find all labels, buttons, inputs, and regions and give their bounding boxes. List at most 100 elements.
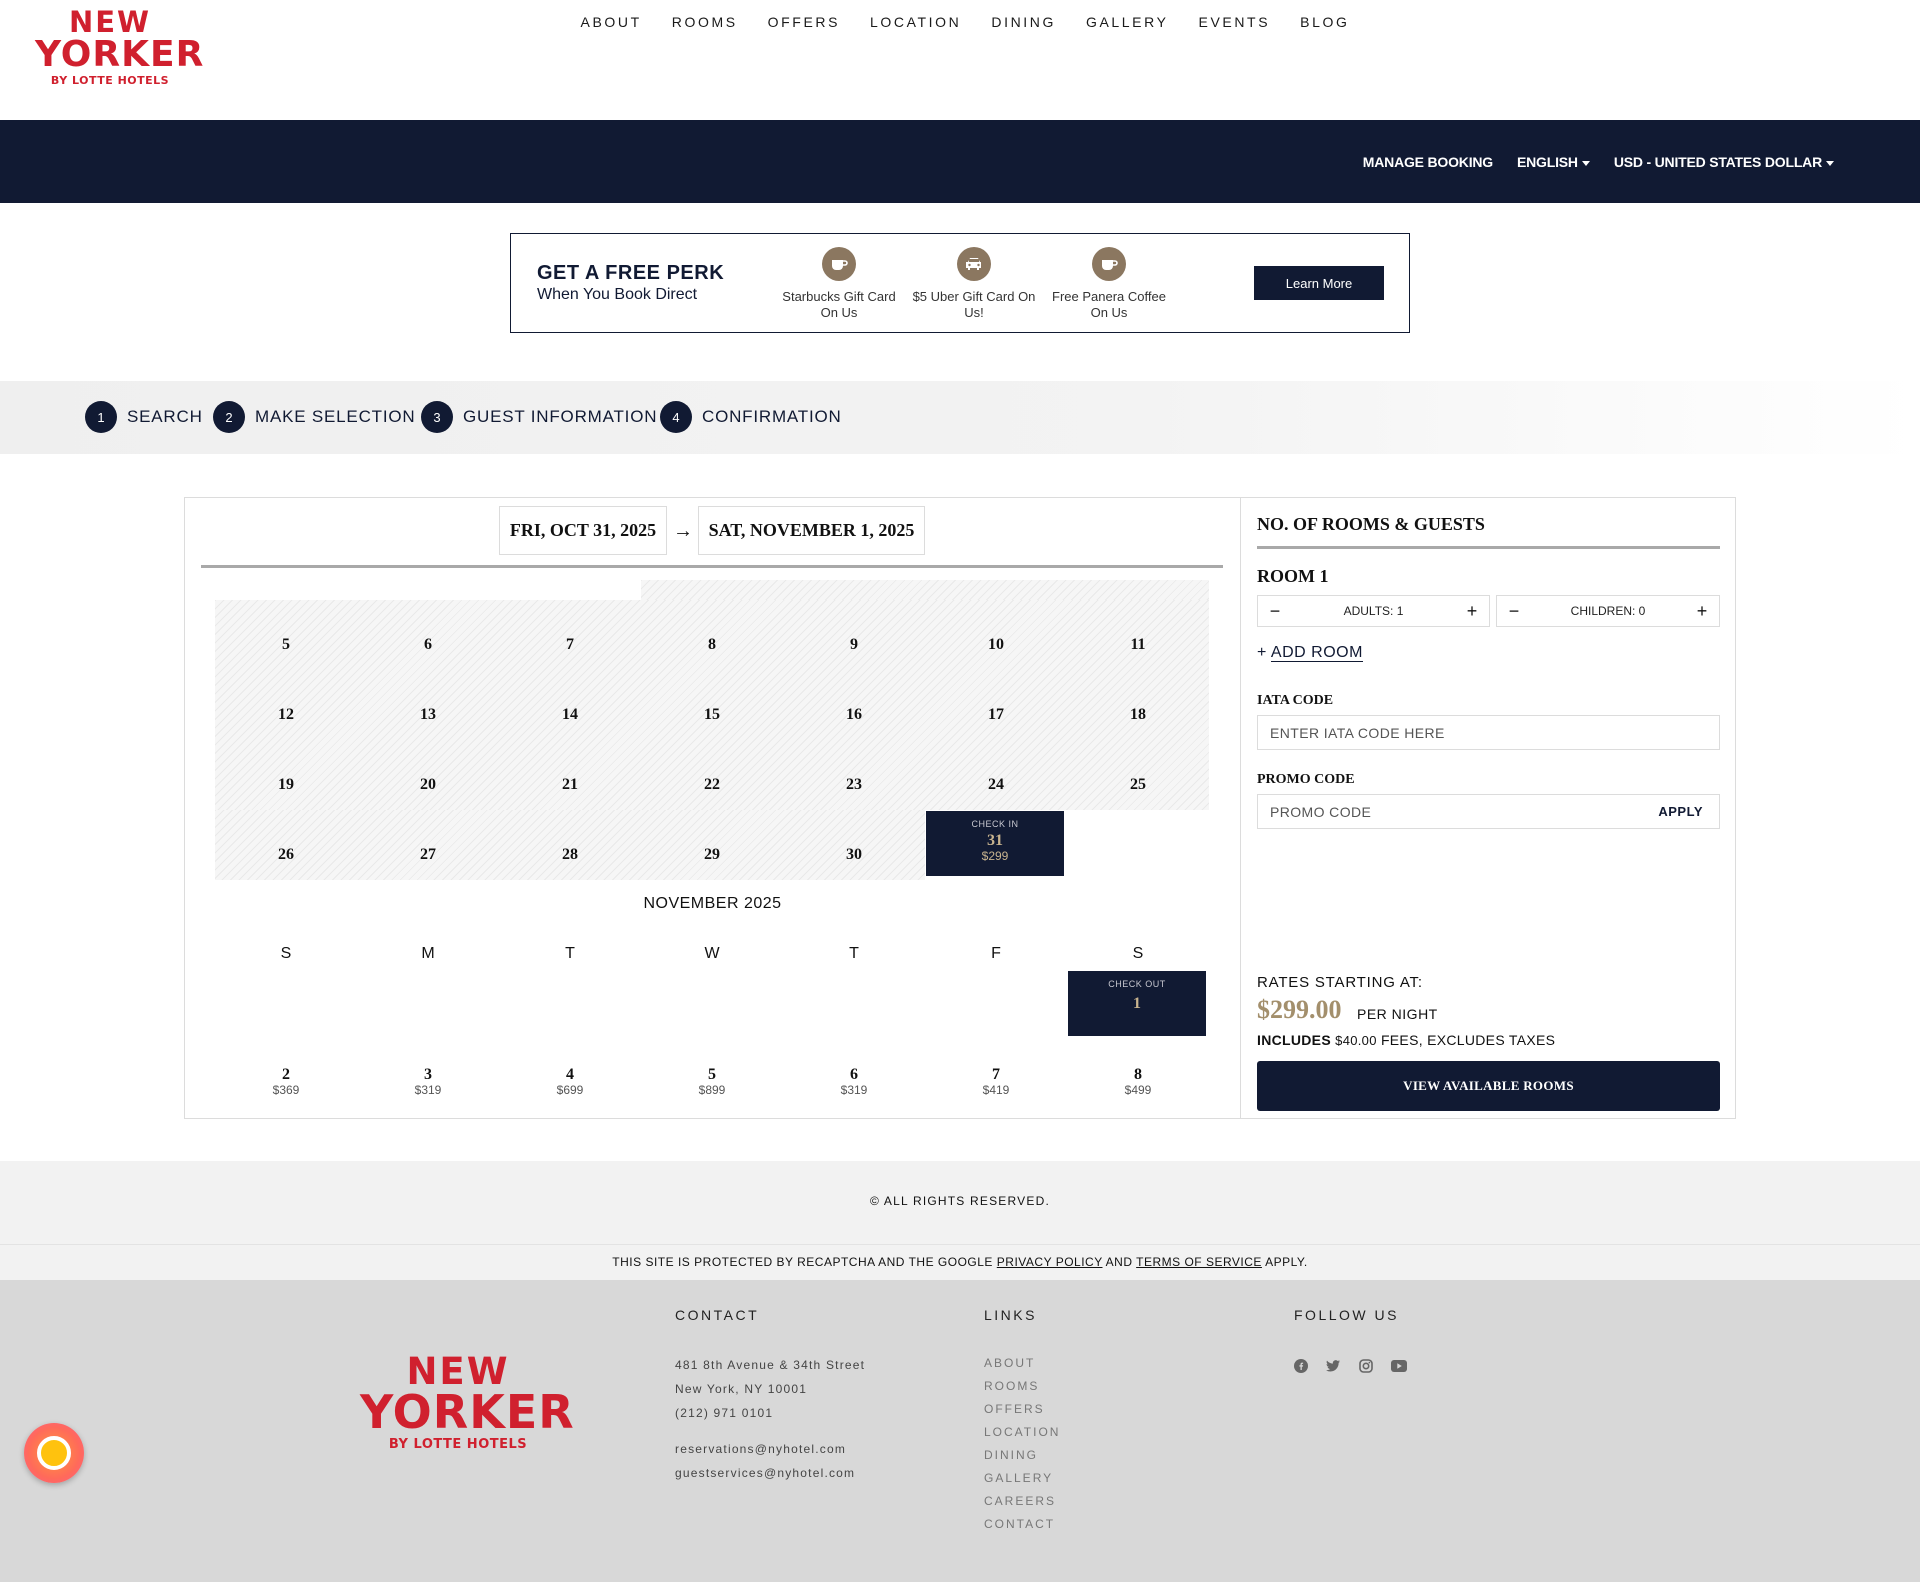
perk-subtitle: When You Book Direct	[537, 286, 698, 303]
checkin-day-cell[interactable]: CHECK IN 31 $299	[926, 811, 1064, 876]
checkout-day-cell[interactable]: CHECK OUT 1	[1068, 971, 1206, 1036]
footer-link-careers[interactable]: CAREERS	[984, 1494, 1056, 1508]
footer-link-location[interactable]: LOCATION	[984, 1425, 1060, 1439]
calendar-day: 28	[562, 846, 578, 863]
promo-input[interactable]: PROMO CODE APPLY	[1257, 794, 1720, 829]
day-number: 4	[566, 1066, 574, 1083]
email-reservations-link[interactable]: reservations@nyhotel.com	[675, 1442, 846, 1456]
car-icon	[957, 247, 991, 281]
calendar-day[interactable]: 2 $369	[215, 1066, 357, 1097]
learn-more-button[interactable]: Learn More	[1254, 266, 1384, 300]
logo-line-3: BY LOTTE HOTELS	[50, 74, 170, 87]
address-line-2: New York, NY 10001	[675, 1382, 808, 1396]
checkout-date[interactable]: SAT, NOVEMBER 1, 2025	[698, 506, 925, 555]
day-price: $319	[840, 1083, 868, 1097]
apply-button[interactable]: APPLY	[1658, 804, 1703, 819]
footer-link-rooms[interactable]: ROOMS	[984, 1379, 1039, 1393]
fees-text: FEES, EXCLUDES TAXES	[1380, 1032, 1556, 1048]
day-price: $319	[414, 1083, 442, 1097]
calendar-day[interactable]: 3 $319	[357, 1066, 499, 1097]
weekday-label: W	[704, 945, 720, 962]
language-dropdown[interactable]: ENGLISH	[1517, 154, 1590, 170]
weekday-label: T	[565, 945, 575, 962]
view-available-rooms-button[interactable]: VIEW AVAILABLE ROOMS	[1257, 1061, 1720, 1111]
iata-input[interactable]: ENTER IATA CODE HERE	[1257, 715, 1720, 750]
calendar-day: 12	[278, 706, 294, 723]
calendar-day[interactable]: 8 $499	[1067, 1066, 1209, 1097]
calendar-day[interactable]: 7 $419	[925, 1066, 1067, 1097]
day-price: $369	[272, 1083, 300, 1097]
footer-link-dining[interactable]: DINING	[984, 1448, 1038, 1462]
step-search[interactable]: 1 SEARCH	[85, 401, 203, 433]
nav-rooms[interactable]: ROOMS	[657, 14, 753, 30]
calendar-day: 14	[562, 706, 578, 723]
day-number: 5	[708, 1066, 716, 1083]
logo-line-3: BY LOTTE HOTELS	[388, 1437, 528, 1452]
phone-link[interactable]: (212) 971 0101	[675, 1406, 773, 1420]
nav-events[interactable]: EVENTS	[1184, 14, 1286, 30]
step-label: MAKE SELECTION	[255, 407, 416, 426]
currency-label: USD - UNITED STATES DOLLAR	[1613, 154, 1822, 170]
caret-down-icon	[1826, 160, 1834, 166]
fee-amount: $40.00	[1335, 1033, 1377, 1048]
checkin-date[interactable]: FRI, OCT 31, 2025	[499, 506, 667, 555]
iata-label: IATA CODE	[1257, 693, 1334, 708]
calendar-day: 20	[420, 776, 436, 793]
adults-value: ADULTS: 1	[1343, 604, 1404, 618]
instagram-icon[interactable]	[1358, 1358, 1374, 1374]
nav-blog[interactable]: BLOG	[1285, 14, 1364, 30]
utility-bar: MANAGE BOOKING ENGLISH USD - UNITED STAT…	[0, 120, 1920, 203]
step-guest-information[interactable]: 3 GUEST INFORMATION	[421, 401, 657, 433]
step-number: 1	[85, 401, 117, 433]
minus-icon[interactable]: −	[1507, 601, 1521, 622]
arrow-right-icon: →	[673, 520, 693, 542]
checkout-day: 1	[1133, 995, 1141, 1012]
footer-link-offers[interactable]: OFFERS	[984, 1402, 1045, 1416]
checkin-price: $299	[981, 849, 1009, 863]
nav-gallery[interactable]: GALLERY	[1071, 14, 1184, 30]
step-confirmation[interactable]: 4 CONFIRMATION	[660, 401, 842, 433]
nav-offers[interactable]: OFFERS	[753, 14, 855, 30]
checkin-day: 31	[987, 832, 1003, 849]
day-price: $899	[698, 1083, 726, 1097]
chat-widget-button[interactable]	[24, 1423, 84, 1483]
step-make-selection[interactable]: 2 MAKE SELECTION	[213, 401, 415, 433]
add-room-button[interactable]: + ADD ROOM	[1257, 644, 1363, 662]
nav-location[interactable]: LOCATION	[855, 14, 976, 30]
plus-icon[interactable]: +	[1465, 601, 1479, 622]
calendar-day: 15	[704, 706, 720, 723]
twitter-icon[interactable]	[1325, 1358, 1341, 1374]
checkout-caption: CHECK OUT	[1108, 979, 1166, 989]
privacy-policy-link[interactable]: PRIVACY POLICY	[997, 1255, 1103, 1269]
footer-link-about[interactable]: ABOUT	[984, 1356, 1035, 1370]
checkin-caption: CHECK IN	[971, 819, 1019, 829]
recaptcha-and: AND	[1105, 1255, 1133, 1269]
calendar-day: 22	[704, 776, 720, 793]
plus-icon: +	[1257, 644, 1267, 661]
calendar-day[interactable]: 5 $899	[641, 1066, 783, 1097]
copyright-bar: © ALL RIGHTS RESERVED.	[0, 1161, 1920, 1244]
nav-dining[interactable]: DINING	[976, 14, 1071, 30]
manage-booking-link[interactable]: MANAGE BOOKING	[1363, 154, 1493, 170]
footer-logo[interactable]: NEW YORKER BY LOTTE HOTELS	[360, 1353, 574, 1457]
email-guestservices-link[interactable]: guestservices@nyhotel.com	[675, 1466, 855, 1480]
footer-link-gallery[interactable]: GALLERY	[984, 1471, 1053, 1485]
nav-about[interactable]: ABOUT	[566, 14, 657, 30]
calendar-day[interactable]: 4 $699	[499, 1066, 641, 1097]
calendar-shade	[641, 580, 1209, 600]
calendar-day: 16	[846, 706, 862, 723]
minus-icon[interactable]: −	[1268, 601, 1282, 622]
calendar-day: 17	[988, 706, 1004, 723]
date-divider	[201, 565, 1223, 568]
children-stepper: − CHILDREN: 0 +	[1496, 595, 1720, 627]
youtube-icon[interactable]	[1391, 1358, 1407, 1374]
calendar-day: 25	[1130, 776, 1146, 793]
footer-link-contact[interactable]: CONTACT	[984, 1517, 1055, 1531]
chat-icon	[37, 1436, 71, 1470]
calendar-day[interactable]: 6 $319	[783, 1066, 925, 1097]
terms-link[interactable]: TERMS OF SERVICE	[1136, 1255, 1262, 1269]
facebook-icon[interactable]	[1293, 1358, 1309, 1374]
plus-icon[interactable]: +	[1695, 601, 1709, 622]
currency-dropdown[interactable]: USD - UNITED STATES DOLLAR	[1614, 154, 1834, 170]
perk-item: Free Panera Coffee On Us	[1044, 247, 1174, 321]
